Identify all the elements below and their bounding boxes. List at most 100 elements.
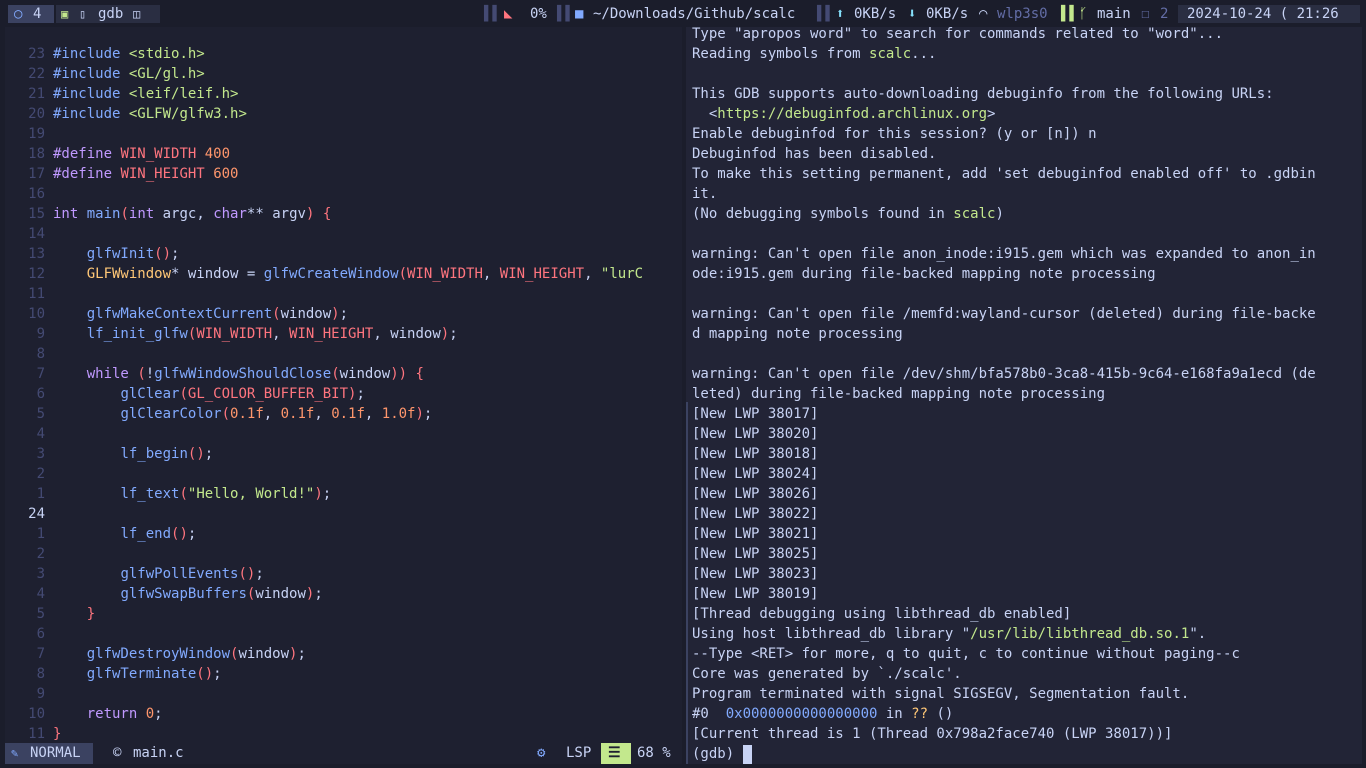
line-number: 22 [28,66,45,82]
scroll-percent: 68 % [637,745,671,761]
code-line[interactable]: glfwInit(); [53,244,180,264]
folder-icon: ■ [575,6,584,22]
line-number: 10 [28,706,45,722]
line-number: 2 [36,546,45,562]
gdb-output-line: [New LWP 38023] [692,566,819,582]
code-line[interactable]: #include <GL/gl.h> [53,64,205,84]
line-number: 8 [36,666,45,682]
line-number: 21 [28,86,45,102]
code-line[interactable]: return 0; [53,704,163,724]
volume-percent: 0% [530,6,547,22]
gdb-output-line: <https://debuginfod.archlinux.org> [692,106,996,122]
code-line[interactable]: int main(int argc, char** argv) { [53,204,331,224]
net-upload: 0KB/s [854,6,897,22]
editor-pane[interactable]: 2 3 #include <stdio.h> 22 #include <GL/gl.h>… [5,27,682,764]
code-line[interactable]: GLFWwindow* window = glfwCreateWindow(WI… [53,264,643,284]
window-icon: ◫ [133,7,141,21]
gdb-output-line: To make this setting permanent, add 'set… [692,166,1316,182]
line-number: 10 [28,306,45,322]
terminal-cursor [742,745,752,764]
code-line[interactable]: glfwSwapBuffers(window); [53,584,322,604]
separator-icon: ▌▌ [484,6,501,22]
gdb-output-line: [New LWP 38020] [692,426,819,442]
line-number: 15 [28,206,45,222]
gdb-output-line: ode:i915.gem during file-backed mapping … [692,266,1156,282]
gdb-pane[interactable]: Type "apropos word" to search for comman… [686,27,1362,764]
mute-icon[interactable]: ◣ [504,5,512,23]
gdb-output-line: warning: Can't open file anon_inode:i915… [692,246,1316,262]
line-number: 3 [36,566,45,582]
code-line[interactable]: lf_init_glfw(WIN_WIDTH, WIN_HEIGHT, wind… [53,324,458,344]
line-number: 2 [36,466,45,482]
datetime: 2024-10-24 ( 21:26 [1187,6,1339,22]
status-line: ✎ NORMAL © main.c ⚙ LSP ☰ 68 % [5,743,682,764]
line-number: 1 [36,486,45,502]
line-number: 24 [28,506,45,522]
code-line[interactable]: #include <GLFW/glfw3.h> [53,104,247,124]
net-download: 0KB/s [926,6,969,22]
gdb-output-line: it. [692,186,718,202]
code-line[interactable]: glClear(GL_COLOR_BUFFER_BIT); [53,384,364,404]
gdb-output-line: (No debugging symbols found in scalc) [692,206,1004,222]
terminal-icon: ▣ [61,7,69,21]
line-number: 7 [36,366,45,382]
code-line[interactable]: lf_begin(); [53,444,213,464]
gear-icon: ⚙ [537,745,546,761]
line-number: 7 [36,646,45,662]
line-number: 14 [28,226,45,242]
line-number: 5 [36,606,45,622]
separator-icon: ▌▌ [1061,6,1078,22]
line-number: 9 [36,686,45,702]
code-line[interactable]: #include <stdio.h> [53,44,205,64]
gdb-output-line: warning: Can't open file /memfd:wayland-… [692,306,1316,322]
gdb-output-line: warning: Can't open file /dev/shm/bfa578… [692,366,1316,382]
gdb-output-line: Using host libthread_db library "/usr/li… [692,626,1207,642]
code-line[interactable]: glClearColor(0.1f, 0.1f, 0.1f, 1.0f); [53,404,432,424]
workspace-circle-icon: ○ [14,6,23,22]
code-line[interactable]: glfwTerminate(); [53,664,222,684]
code-line[interactable]: #include <leif/leif.h> [53,84,238,104]
line-number: 6 [36,626,45,642]
lsp-label[interactable]: LSP [566,743,591,764]
gdb-output-line: [New LWP 38024] [692,466,819,482]
code-line[interactable]: lf_end(); [53,524,196,544]
code-line[interactable]: } [53,604,95,624]
branch-count: 2 [1160,6,1169,22]
code-line[interactable]: glfwMakeContextCurrent(window); [53,304,348,324]
line-number: 16 [28,186,45,202]
line-number: 8 [36,346,45,362]
current-path[interactable]: ~/Downloads/Github/scalc [593,5,795,23]
edit-icon: ☐ [1141,6,1150,22]
code-line[interactable]: while (!glfwWindowShouldClose(window)) { [53,364,424,384]
gdb-output-line: leted) during file-backed mapping note p… [692,386,1106,402]
gdb-prompt[interactable]: (gdb) [692,744,743,764]
line-number: 19 [28,126,45,142]
mode-label: NORMAL [30,745,81,761]
code-line[interactable]: #define WIN_WIDTH 400 [53,144,230,164]
git-branch[interactable]: main [1097,5,1131,23]
wifi-icon: ◠ [979,6,988,22]
separator-icon: ▌▌ [817,6,834,22]
code-line[interactable]: glfwDestroyWindow(window); [53,644,306,664]
gdb-output-line: [New LWP 38021] [692,526,819,542]
line-number: 11 [28,286,45,302]
line-number: 3 [36,446,45,462]
file-name[interactable]: main.c [133,743,184,764]
code-line[interactable]: } [53,724,61,744]
gdb-output-line: [New LWP 38017] [692,406,819,422]
code-line[interactable]: #define WIN_HEIGHT 600 [53,164,238,184]
list-icon: ☰ [608,745,621,761]
separator-icon: ▌▌ [557,6,574,22]
line-number: 17 [28,166,45,182]
c-file-icon: © [113,745,122,761]
network-interface: wlp3s0 [997,6,1048,22]
git-branch-icon: ᚶ [1079,6,1088,22]
gdb-output-line: This GDB supports auto-downloading debug… [692,86,1274,102]
download-icon: ⬇ [908,6,917,22]
code-line[interactable]: glfwPollEvents(); [53,564,263,584]
upload-icon: ⬆ [836,6,845,22]
gdb-output-line: #0 0x0000000000000000 in ?? () [692,706,954,722]
code-line[interactable]: lf_text("Hello, World!"); [53,484,331,504]
gdb-output-line: Type "apropos word" to search for comman… [692,27,1224,42]
line-number: 6 [36,386,45,402]
